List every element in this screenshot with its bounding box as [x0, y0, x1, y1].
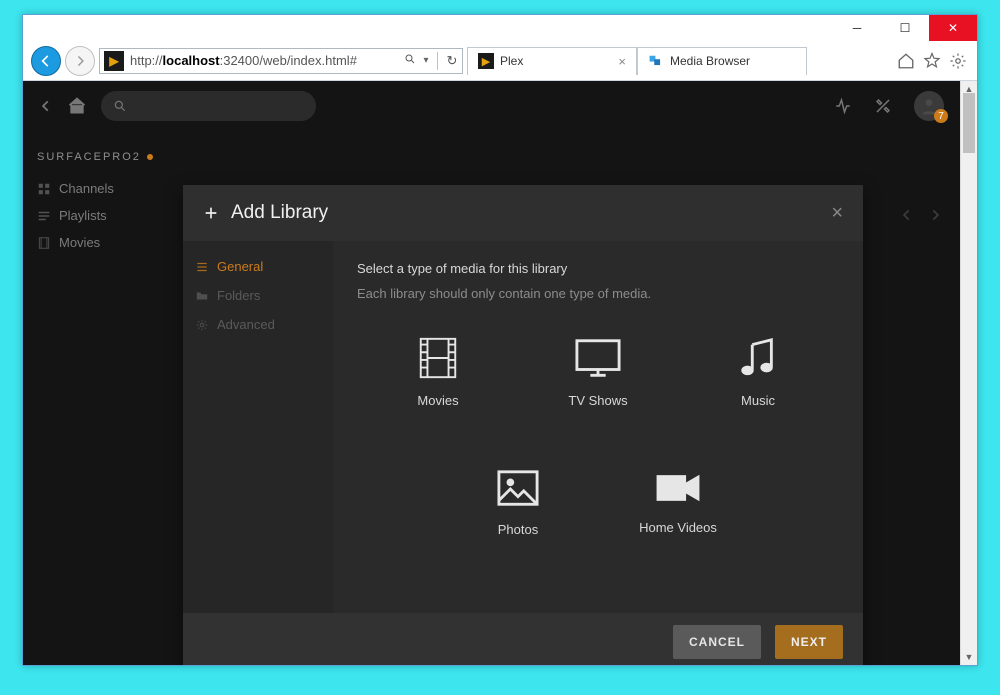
window-minimize-button[interactable]: ─ [833, 15, 881, 41]
window-maximize-button[interactable]: ☐ [881, 15, 929, 41]
plex-app: 7 SURFACEPRO2 Channels Playlists [23, 81, 960, 665]
tv-icon [573, 335, 623, 381]
media-type-label: TV Shows [568, 393, 627, 408]
arrow-right-icon [73, 54, 87, 68]
sidebar-item-movies[interactable]: Movies [37, 229, 159, 256]
address-drop-icon[interactable]: ▾ [419, 55, 433, 66]
step-advanced[interactable]: Advanced [195, 317, 321, 332]
back-chevron-icon[interactable] [39, 97, 53, 115]
modal-header: Add Library × [183, 185, 863, 241]
plex-favicon-icon: ▶ [478, 53, 494, 69]
tab-media-browser[interactable]: Media Browser [637, 47, 807, 75]
tab-plex[interactable]: ▶ Plex × [467, 47, 637, 75]
media-type-label: Movies [417, 393, 458, 408]
media-type-homevideos[interactable]: Home Videos [633, 468, 723, 537]
home-icon[interactable] [895, 50, 917, 72]
user-avatar[interactable]: 7 [914, 91, 944, 121]
playlist-icon [37, 209, 51, 223]
media-type-label: Photos [498, 522, 538, 537]
folder-icon [195, 289, 209, 303]
media-type-movies[interactable]: Movies [393, 335, 483, 408]
home-icon[interactable] [67, 96, 87, 116]
window-titlebar: ─ ☐ ✕ [23, 15, 977, 41]
search-input[interactable] [101, 91, 316, 121]
plex-sidebar: SURFACEPRO2 Channels Playlists Movies [23, 131, 173, 276]
close-icon[interactable]: × [618, 54, 626, 69]
film-icon [37, 236, 51, 250]
plex-favicon-icon: ▶ [104, 51, 124, 71]
music-icon [737, 335, 779, 381]
instruction-title: Select a type of media for this library [357, 261, 839, 276]
sidebar-item-label: Movies [59, 235, 100, 250]
sidebar-item-label: Channels [59, 181, 114, 196]
alert-badge: 7 [934, 109, 948, 123]
browser-toolbar: ▶ http://localhost:32400/web/index.html#… [23, 41, 977, 81]
tools-icon[interactable] [874, 97, 892, 115]
activity-icon[interactable] [834, 97, 852, 115]
film-icon [415, 335, 461, 381]
gear-icon [195, 318, 209, 332]
server-name[interactable]: SURFACEPRO2 [37, 151, 159, 163]
media-browser-favicon-icon [648, 53, 664, 69]
step-label: Folders [217, 288, 260, 303]
sidebar-item-playlists[interactable]: Playlists [37, 202, 159, 229]
step-folders[interactable]: Folders [195, 288, 321, 303]
window-close-button[interactable]: ✕ [929, 15, 977, 41]
pager [900, 205, 942, 231]
media-type-tvshows[interactable]: TV Shows [553, 335, 643, 408]
media-type-music[interactable]: Music [713, 335, 803, 408]
vertical-scrollbar[interactable]: ▲ ▼ [960, 81, 977, 665]
modal-footer: CANCEL NEXT [183, 613, 863, 665]
browser-window: ─ ☐ ✕ ▶ http://localhost:32400/web/index… [22, 14, 978, 666]
close-icon[interactable]: × [831, 202, 843, 225]
address-bar[interactable]: ▶ http://localhost:32400/web/index.html#… [99, 48, 463, 74]
step-label: Advanced [217, 317, 275, 332]
tab-label: Media Browser [670, 54, 750, 68]
media-type-label: Music [741, 393, 775, 408]
cancel-button[interactable]: CANCEL [673, 625, 761, 659]
sidebar-item-channels[interactable]: Channels [37, 175, 159, 202]
next-button[interactable]: NEXT [775, 625, 843, 659]
nav-back-button[interactable] [31, 46, 61, 76]
add-library-modal: Add Library × General Folders [183, 185, 863, 665]
sidebar-item-label: Playlists [59, 208, 107, 223]
pager-prev-icon[interactable] [900, 205, 914, 231]
modal-content: Select a type of media for this library … [333, 241, 863, 613]
search-icon [113, 99, 127, 113]
plex-topbar: 7 [23, 81, 960, 131]
tab-label: Plex [500, 54, 523, 68]
media-type-label: Home Videos [639, 520, 717, 535]
list-icon [195, 260, 209, 274]
step-label: General [217, 259, 263, 274]
nav-forward-button[interactable] [65, 46, 95, 76]
scroll-down-icon[interactable]: ▼ [961, 649, 977, 665]
instruction-subtitle: Each library should only contain one typ… [357, 286, 839, 301]
tab-strip: ▶ Plex × Media Browser [467, 47, 891, 75]
modal-title: Add Library [231, 202, 328, 224]
search-icon[interactable] [401, 53, 419, 68]
photo-icon [495, 468, 541, 510]
favorites-icon[interactable] [921, 50, 943, 72]
modal-steps: General Folders Advanced [183, 241, 333, 613]
grid-icon [37, 182, 51, 196]
settings-icon[interactable] [947, 50, 969, 72]
video-camera-icon [653, 468, 703, 508]
status-dot-icon [147, 154, 153, 160]
media-type-photos[interactable]: Photos [473, 468, 563, 537]
pager-next-icon[interactable] [928, 205, 942, 231]
refresh-icon[interactable]: ↻ [442, 53, 462, 69]
step-general[interactable]: General [195, 259, 321, 274]
arrow-left-icon [38, 53, 54, 69]
scroll-thumb[interactable] [963, 93, 975, 153]
plus-icon [203, 205, 219, 221]
url-text[interactable]: http://localhost:32400/web/index.html# [128, 53, 401, 68]
